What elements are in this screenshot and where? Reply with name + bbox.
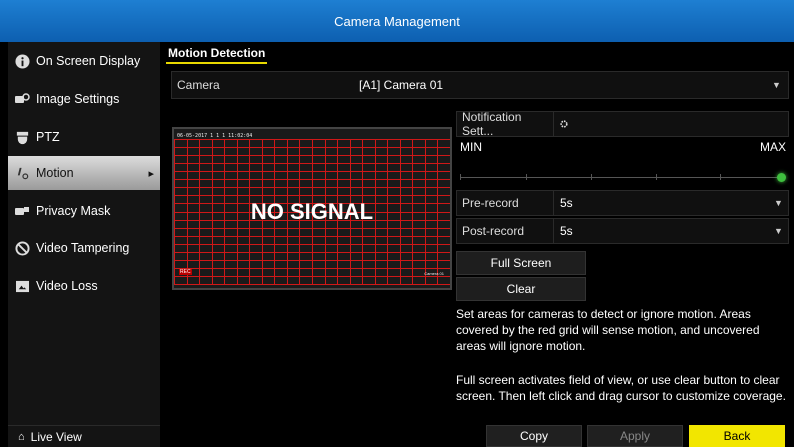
sensitivity-labels: MIN MAX (460, 140, 786, 154)
window-title-bar: Camera Management (0, 0, 794, 42)
sidebar-item-ptz[interactable]: PTZ (8, 120, 160, 154)
sensitivity-slider[interactable] (460, 170, 786, 186)
max-label: MAX (759, 140, 786, 154)
apply-button[interactable]: Apply (587, 425, 683, 447)
sidebar-item-label: Video Tampering (36, 241, 130, 255)
sidebar-item-on-screen-display[interactable]: On Screen Display (8, 44, 160, 78)
slider-tick (526, 174, 527, 180)
live-view-label: Live View (30, 429, 82, 444)
pre-record-value: 5s (560, 196, 573, 210)
slider-tick (591, 174, 592, 180)
home-icon: ⌂ (18, 430, 25, 443)
post-record-label: Post-record (457, 219, 554, 243)
video-loss-icon (14, 278, 30, 294)
help-text-2: Full screen activates field of view, or … (456, 373, 786, 403)
notification-label: Notification Sett... (457, 110, 554, 138)
motion-grid-preview[interactable]: 06-05-2017 1 1 1 11:02:04 NO SIGNAL REC … (172, 127, 452, 290)
image-settings-icon (14, 91, 30, 107)
chevron-down-icon: ▼ (772, 80, 781, 90)
camera-select[interactable]: Camera [A1] Camera 01 ▼ (171, 71, 789, 99)
sidebar-item-image-settings[interactable]: Image Settings (8, 82, 160, 116)
post-record-value: 5s (560, 224, 573, 238)
chevron-right-icon: ▸ (148, 167, 154, 180)
chevron-down-icon: ▼ (774, 226, 783, 236)
sidebar-item-privacy-mask[interactable]: Privacy Mask (8, 194, 160, 228)
sidebar-item-label: Motion (36, 166, 74, 180)
chevron-down-icon: ▼ (774, 198, 783, 208)
slider-track (460, 177, 778, 178)
tab-motion-detection[interactable]: Motion Detection (166, 44, 268, 64)
camera-value: [A1] Camera 01 (359, 78, 444, 92)
camera-label: Camera (177, 78, 220, 92)
info-icon (14, 53, 30, 69)
live-view-button[interactable]: ⌂ Live View (8, 425, 160, 447)
back-button[interactable]: Back (689, 425, 785, 447)
gear-icon[interactable] (554, 117, 788, 131)
sidebar-item-video-loss[interactable]: Video Loss (8, 269, 160, 303)
pre-record-label: Pre-record (457, 191, 554, 215)
slider-tick (656, 174, 657, 180)
sidebar-item-label: Privacy Mask (36, 204, 111, 218)
pre-record-select[interactable]: Pre-record 5s ▼ (456, 190, 789, 216)
clear-button[interactable]: Clear (456, 277, 586, 301)
notification-settings-row[interactable]: Notification Sett... (456, 110, 789, 138)
slider-tick (460, 174, 461, 180)
tampering-icon (14, 240, 30, 256)
sidebar-item-label: Image Settings (36, 92, 120, 106)
motion-icon (14, 165, 30, 181)
sidebar-item-video-tampering[interactable]: Video Tampering (8, 231, 160, 265)
sidebar-item-label: Video Loss (36, 279, 98, 293)
slider-knob[interactable] (777, 173, 786, 182)
privacy-mask-icon (14, 203, 30, 219)
rec-badge: REC (179, 269, 192, 275)
min-label: MIN (460, 140, 482, 154)
sidebar-item-motion[interactable]: Motion ▸ (8, 156, 160, 190)
no-signal-text: NO SIGNAL (250, 199, 374, 224)
osd-timestamp: 06-05-2017 1 1 1 11:02:04 (177, 133, 253, 139)
osd-camera-name: Camera 01 (424, 271, 444, 276)
sidebar: On Screen Display Image Settings PTZ Mot… (8, 42, 160, 447)
ptz-icon (14, 129, 30, 145)
full-screen-button[interactable]: Full Screen (456, 251, 586, 275)
sidebar-item-label: On Screen Display (36, 54, 141, 68)
help-text-1: Set areas for cameras to detect or ignor… (456, 307, 760, 353)
post-record-select[interactable]: Post-record 5s ▼ (456, 218, 789, 244)
slider-tick (720, 174, 721, 180)
copy-button[interactable]: Copy (486, 425, 582, 447)
sidebar-item-label: PTZ (36, 130, 60, 144)
window-title: Camera Management (334, 13, 460, 29)
